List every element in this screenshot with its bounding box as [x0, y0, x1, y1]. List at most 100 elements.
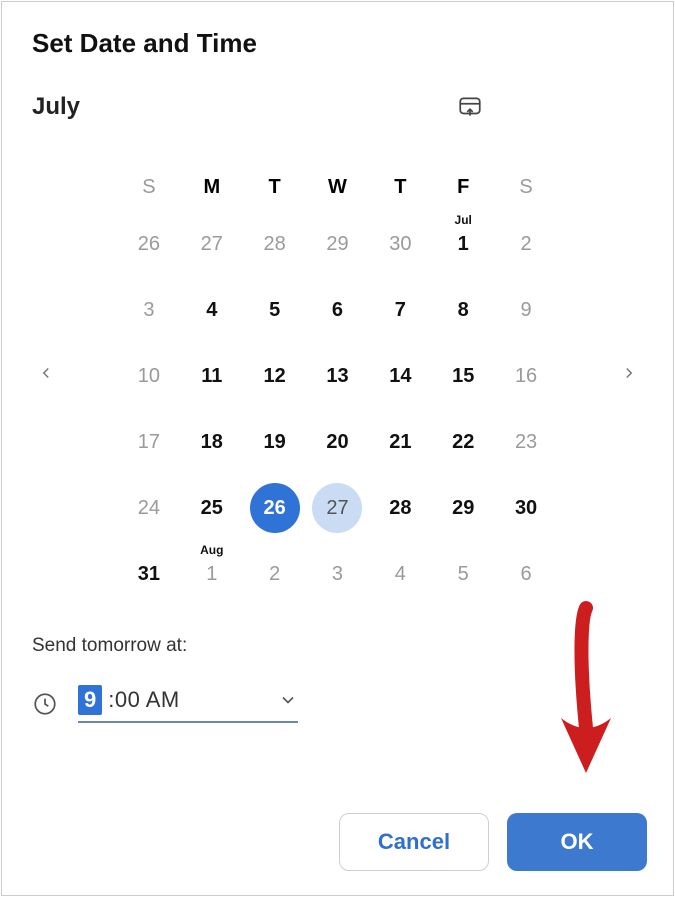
day-number: 7 [395, 299, 406, 322]
day-of-week: F [432, 171, 495, 203]
calendar-day[interactable]: 28 [243, 219, 306, 269]
dialog-buttons: Cancel OK [339, 813, 647, 871]
day-number: 2 [521, 233, 532, 256]
ok-button[interactable]: OK [507, 813, 647, 871]
time-hour: 9 [78, 685, 102, 715]
calendar-day[interactable]: 31 [118, 549, 181, 599]
calendar-day[interactable]: 5 [243, 285, 306, 335]
day-of-week: S [118, 171, 181, 203]
day-of-week: M [180, 171, 243, 203]
time-input[interactable]: 9 :00 AM [78, 685, 298, 723]
day-number: 25 [201, 497, 223, 520]
calendar-day[interactable]: 26 [243, 483, 306, 533]
calendar-day[interactable]: 4 [180, 285, 243, 335]
calendar-day[interactable]: 28 [369, 483, 432, 533]
day-number: 8 [458, 299, 469, 322]
dialog-title: Set Date and Time [32, 28, 643, 59]
calendar-day[interactable]: 6 [306, 285, 369, 335]
calendar: SMTWTFS2627282930Jul12345678910111213141… [32, 171, 643, 599]
day-number: 21 [389, 431, 411, 454]
day-of-week: S [495, 171, 558, 203]
calendar-day[interactable]: 30 [369, 219, 432, 269]
calendar-day[interactable]: 16 [495, 351, 558, 401]
day-number: 18 [201, 431, 223, 454]
chevron-down-icon[interactable] [278, 690, 298, 710]
calendar-day[interactable]: 25 [180, 483, 243, 533]
day-number: 31 [138, 563, 160, 586]
calendar-day[interactable]: 12 [243, 351, 306, 401]
time-row: 9 :00 AM [32, 685, 643, 723]
day-number: 14 [389, 365, 411, 388]
calendar-day[interactable]: 26 [118, 219, 181, 269]
clock-icon [32, 691, 58, 717]
day-number: 30 [515, 497, 537, 520]
send-label: Send tomorrow at: [32, 635, 643, 657]
calendar-day[interactable]: 8 [432, 285, 495, 335]
month-header: July [32, 93, 643, 121]
calendar-day[interactable]: 24 [118, 483, 181, 533]
day-number: 5 [269, 299, 280, 322]
month-tag: Jul [455, 213, 472, 227]
day-number: 2 [269, 563, 280, 586]
day-number: 13 [326, 365, 348, 388]
day-number: 15 [452, 365, 474, 388]
calendar-day[interactable]: 5 [432, 549, 495, 599]
date-time-panel: Set Date and Time July SMTWTFS2627282930… [1, 1, 674, 896]
calendar-day[interactable]: 29 [306, 219, 369, 269]
calendar-day[interactable]: 18 [180, 417, 243, 467]
day-number: 27 [201, 233, 223, 256]
calendar-day[interactable]: Aug1 [180, 549, 243, 599]
calendar-day[interactable]: 22 [432, 417, 495, 467]
calendar-day[interactable]: 19 [243, 417, 306, 467]
day-number: 24 [138, 497, 160, 520]
day-number: 20 [326, 431, 348, 454]
day-number: 28 [389, 497, 411, 520]
day-number: 4 [206, 299, 217, 322]
calendar-day[interactable]: 11 [180, 351, 243, 401]
calendar-day[interactable]: 17 [118, 417, 181, 467]
day-number: 19 [264, 431, 286, 454]
day-number: 10 [138, 365, 160, 388]
day-number: 11 [201, 365, 222, 388]
day-of-week: W [306, 171, 369, 203]
calendar-day[interactable]: 15 [432, 351, 495, 401]
calendar-day[interactable]: 20 [306, 417, 369, 467]
day-number: 22 [452, 431, 474, 454]
calendar-day[interactable]: 10 [118, 351, 181, 401]
day-number: 27 [326, 497, 348, 520]
day-number: 1 [458, 233, 469, 256]
calendar-day[interactable]: 27 [180, 219, 243, 269]
calendar-day[interactable]: 21 [369, 417, 432, 467]
calendar-upload-icon[interactable] [457, 94, 483, 120]
day-number: 1 [206, 563, 217, 586]
calendar-day[interactable]: 13 [306, 351, 369, 401]
time-rest: :00 AM [108, 687, 179, 713]
day-number: 16 [515, 365, 537, 388]
calendar-day[interactable]: 3 [306, 549, 369, 599]
prev-month-button[interactable] [32, 359, 60, 387]
calendar-day[interactable]: 2 [495, 219, 558, 269]
next-month-button[interactable] [615, 359, 643, 387]
day-number: 12 [264, 365, 286, 388]
calendar-day[interactable]: 27 [306, 483, 369, 533]
calendar-day[interactable]: 6 [495, 549, 558, 599]
calendar-day[interactable]: Jul1 [432, 219, 495, 269]
cancel-button[interactable]: Cancel [339, 813, 489, 871]
calendar-day[interactable]: 9 [495, 285, 558, 335]
calendar-day[interactable]: 30 [495, 483, 558, 533]
day-number: 26 [264, 497, 286, 520]
day-of-week: T [243, 171, 306, 203]
day-of-week: T [369, 171, 432, 203]
calendar-day[interactable]: 3 [118, 285, 181, 335]
calendar-day[interactable]: 29 [432, 483, 495, 533]
day-number: 9 [521, 299, 532, 322]
calendar-day[interactable]: 14 [369, 351, 432, 401]
calendar-day[interactable]: 4 [369, 549, 432, 599]
calendar-day[interactable]: 23 [495, 417, 558, 467]
day-number: 3 [332, 563, 343, 586]
calendar-day[interactable]: 2 [243, 549, 306, 599]
day-number: 17 [138, 431, 160, 454]
calendar-day[interactable]: 7 [369, 285, 432, 335]
day-number: 29 [326, 233, 348, 256]
day-number: 4 [395, 563, 406, 586]
